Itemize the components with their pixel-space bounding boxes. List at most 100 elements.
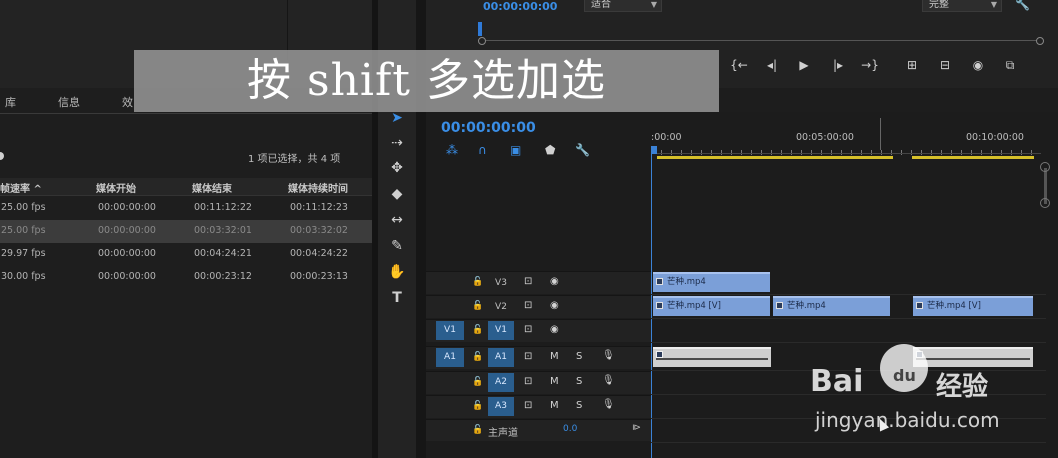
solo-button[interactable]: S bbox=[576, 351, 582, 362]
eye-icon[interactable]: ◉ bbox=[550, 324, 559, 335]
tab-effects[interactable]: 效 bbox=[122, 94, 133, 110]
mute-button[interactable]: M bbox=[550, 351, 559, 362]
lock-icon[interactable]: 🔓 bbox=[472, 301, 483, 311]
timeline-playhead[interactable] bbox=[651, 146, 652, 458]
go-to-out-icon[interactable]: ⧐ bbox=[632, 423, 641, 433]
source-patch-v1[interactable]: V1 bbox=[436, 321, 464, 340]
play-button[interactable]: ▶ bbox=[794, 58, 814, 74]
lift-button[interactable]: ⊞ bbox=[902, 58, 922, 74]
lock-icon[interactable]: 🔓 bbox=[472, 425, 483, 435]
sync-lock-icon[interactable]: ⊡ bbox=[524, 276, 532, 287]
table-row-selected[interactable]: 25.00 fps 00:00:00:00 00:03:32:01 00:03:… bbox=[0, 220, 372, 243]
table-row[interactable]: 29.97 fps 00:00:00:00 00:04:24:21 00:04:… bbox=[0, 243, 372, 266]
sync-lock-icon[interactable]: ⊡ bbox=[524, 376, 532, 387]
column-header-media-end[interactable]: 媒体结束 bbox=[192, 180, 232, 195]
track-header-a3[interactable]: 🔓 A3 ⊡ M S 🎙 bbox=[426, 395, 651, 418]
track-name[interactable]: A3 bbox=[488, 397, 514, 416]
pen-tool-icon[interactable]: ✎ bbox=[386, 236, 408, 256]
eye-icon[interactable]: ◉ bbox=[550, 276, 559, 287]
export-frame-button[interactable]: ◉ bbox=[968, 58, 988, 74]
step-back-button[interactable]: ◂| bbox=[762, 58, 782, 74]
source-patch-a1[interactable]: A1 bbox=[436, 348, 464, 367]
track-header-v2[interactable]: 🔓 V2 ⊡ ◉ bbox=[426, 295, 651, 318]
fx-badge-icon bbox=[916, 302, 923, 309]
magnet-icon[interactable]: ∩ bbox=[478, 143, 487, 157]
video-clip[interactable]: 芒种.mp4 bbox=[773, 296, 890, 316]
scrub-out-handle[interactable] bbox=[1036, 37, 1044, 45]
wrench-icon[interactable]: 🔧 bbox=[575, 143, 590, 157]
type-tool-icon[interactable]: T bbox=[386, 288, 408, 308]
microphone-icon[interactable]: 🎙 bbox=[602, 399, 615, 410]
eye-icon[interactable]: ◉ bbox=[550, 300, 559, 311]
snap-icon[interactable]: ⁂ bbox=[446, 143, 458, 157]
sync-lock-icon[interactable]: ⊡ bbox=[524, 324, 532, 335]
sync-lock-icon[interactable]: ⊡ bbox=[524, 351, 532, 362]
track-header-v1[interactable]: V1 🔓 V1 ⊡ ◉ bbox=[426, 319, 651, 342]
track-select-tool-icon[interactable]: ⇢ bbox=[386, 133, 408, 153]
cell-fps: 30.00 fps bbox=[1, 271, 46, 282]
mute-button[interactable]: M bbox=[550, 400, 559, 411]
lock-icon[interactable]: 🔓 bbox=[472, 377, 483, 387]
table-row[interactable]: 25.00 fps 00:00:00:00 00:11:12:22 00:11:… bbox=[0, 197, 372, 220]
track-divider bbox=[651, 294, 1046, 295]
comparison-view-button[interactable]: ⧉ bbox=[1000, 58, 1020, 74]
tag-icon[interactable]: ⬟ bbox=[545, 143, 555, 157]
tutorial-caption: 按 shift 多选加选 bbox=[247, 55, 606, 106]
slip-tool-icon[interactable]: ↔ bbox=[386, 210, 408, 230]
master-volume[interactable]: 0.0 bbox=[563, 424, 577, 434]
track-header-v3[interactable]: 🔓 V3 ⊡ ◉ bbox=[426, 271, 651, 294]
sync-lock-icon[interactable]: ⊡ bbox=[524, 300, 532, 311]
program-timecode[interactable]: 00:00:00:00 bbox=[483, 0, 557, 13]
track-header-a1[interactable]: A1 🔓 A1 ⊡ M S 🎙 bbox=[426, 346, 651, 369]
column-header-fps[interactable]: 帧速率 ^ bbox=[0, 180, 42, 195]
monitor-scrub-bar[interactable] bbox=[478, 40, 1038, 41]
quality-dropdown-value: 完整 bbox=[929, 0, 949, 10]
sync-lock-icon[interactable]: ⊡ bbox=[524, 400, 532, 411]
go-to-in-button[interactable]: {← bbox=[729, 58, 749, 74]
solo-button[interactable]: S bbox=[576, 400, 582, 411]
timeline-timecode[interactable]: 00:00:00:00 bbox=[441, 120, 536, 136]
razor-tool-icon[interactable]: ◆ bbox=[386, 184, 408, 204]
microphone-icon[interactable]: 🎙 bbox=[602, 375, 615, 386]
fit-dropdown[interactable]: 适合 ▼ bbox=[584, 0, 662, 12]
track-header-master[interactable]: 🔓 主声道 0.0 ⧐ bbox=[426, 419, 651, 441]
audio-clip[interactable] bbox=[913, 347, 1033, 367]
tab-info[interactable]: 信息 bbox=[58, 94, 80, 110]
video-clip[interactable]: 芒种.mp4 [V] bbox=[653, 296, 770, 316]
video-clip[interactable]: 芒种.mp4 [V] bbox=[913, 296, 1033, 316]
track-name[interactable]: A2 bbox=[488, 373, 514, 392]
extract-button[interactable]: ⊟ bbox=[935, 58, 955, 74]
video-clip[interactable]: 芒种.mp4 bbox=[653, 272, 770, 292]
track-name[interactable]: A1 bbox=[488, 348, 514, 367]
playhead-handle[interactable] bbox=[651, 146, 657, 154]
fx-badge-icon bbox=[656, 351, 663, 358]
track-name[interactable]: V2 bbox=[488, 298, 514, 317]
monitor-playhead[interactable] bbox=[478, 22, 482, 36]
table-row[interactable]: 30.00 fps 00:00:00:00 00:00:23:12 00:00:… bbox=[0, 266, 372, 289]
scroll-handle[interactable] bbox=[1040, 162, 1050, 172]
tab-library[interactable]: 库 bbox=[5, 94, 16, 110]
cell-start: 00:00:00:00 bbox=[98, 225, 156, 236]
lock-icon[interactable]: 🔓 bbox=[472, 277, 483, 287]
solo-button[interactable]: S bbox=[576, 376, 582, 387]
track-name[interactable]: V3 bbox=[488, 274, 514, 293]
column-header-media-start[interactable]: 媒体开始 bbox=[96, 180, 136, 195]
marker-icon[interactable]: ▣ bbox=[510, 143, 521, 157]
quality-dropdown[interactable]: 完整 ▼ bbox=[922, 0, 1002, 12]
track-header-a2[interactable]: 🔓 A2 ⊡ M S 🎙 bbox=[426, 371, 651, 394]
microphone-icon[interactable]: 🎙 bbox=[602, 350, 615, 361]
step-forward-button[interactable]: |▸ bbox=[828, 58, 848, 74]
mute-button[interactable]: M bbox=[550, 376, 559, 387]
column-header-media-duration[interactable]: 媒体持续时间 bbox=[288, 180, 348, 195]
go-to-out-button[interactable]: →} bbox=[860, 58, 880, 74]
lock-icon[interactable]: 🔓 bbox=[472, 401, 483, 411]
wrench-icon[interactable]: 🔧 bbox=[1015, 0, 1030, 11]
track-name[interactable]: V1 bbox=[488, 321, 514, 340]
scrub-in-handle[interactable] bbox=[478, 37, 486, 45]
hand-tool-icon[interactable]: ✋ bbox=[386, 262, 408, 282]
scroll-handle[interactable] bbox=[1040, 198, 1050, 208]
audio-clip[interactable] bbox=[653, 347, 771, 367]
lock-icon[interactable]: 🔓 bbox=[472, 352, 483, 362]
lock-icon[interactable]: 🔓 bbox=[472, 325, 483, 335]
ripple-edit-tool-icon[interactable]: ✥ bbox=[386, 158, 408, 178]
